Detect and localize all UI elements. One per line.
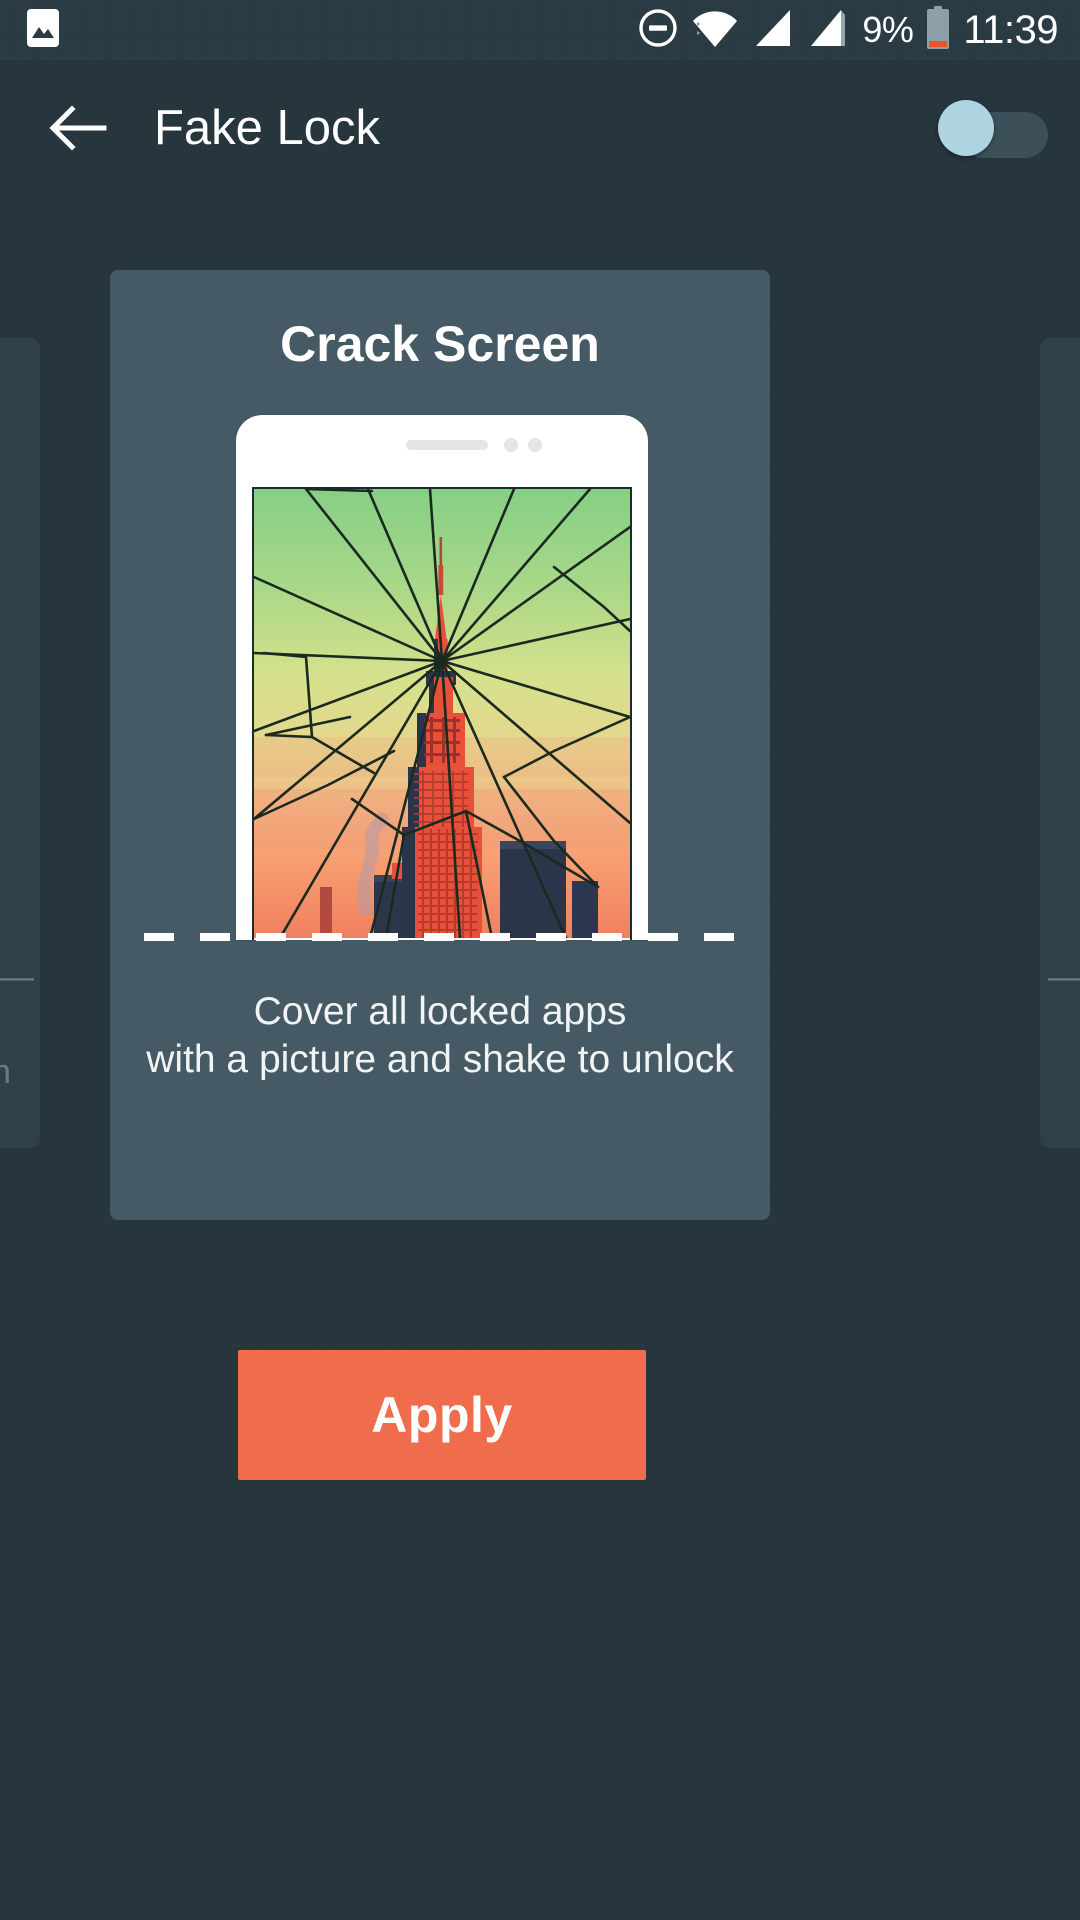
- app-bar: Fake Lock: [0, 60, 1080, 195]
- phone-screen-wallpaper: [252, 487, 632, 940]
- phone-body: [236, 415, 648, 940]
- peek-card-left-partial-text: n: [0, 1053, 11, 1091]
- status-bar: 9% 11:39: [0, 0, 1080, 60]
- carousel-peek-card-left[interactable]: — n: [0, 338, 40, 1148]
- card-description: Cover all locked apps with a picture and…: [146, 990, 734, 1081]
- status-bar-right-icons: 9% 11:39: [638, 5, 1058, 55]
- signal-sim2-icon: [807, 7, 849, 54]
- wifi-icon: [691, 7, 739, 54]
- peek-card-right-dash: —: [1048, 958, 1080, 996]
- battery-icon: [926, 5, 950, 55]
- signal-sim1-icon: [752, 7, 794, 54]
- phone-speaker-icon: [406, 440, 488, 450]
- carousel-peek-card-right[interactable]: —: [1040, 338, 1080, 1148]
- status-bar-left-icons: [26, 8, 60, 53]
- fake-lock-master-toggle[interactable]: [938, 99, 1048, 158]
- do-not-disturb-icon: [638, 8, 678, 53]
- card-title: Crack Screen: [280, 316, 600, 372]
- dashed-divider: [144, 933, 736, 941]
- status-bar-clock: 11:39: [963, 8, 1058, 52]
- battery-percent-label: 9%: [862, 9, 914, 50]
- image-icon: [26, 8, 60, 53]
- peek-card-left-dash: —: [0, 958, 34, 996]
- cracked-screen-phone-preview: [236, 415, 648, 940]
- toggle-thumb: [938, 99, 994, 156]
- back-arrow-icon[interactable]: [46, 97, 108, 159]
- apply-button[interactable]: Apply: [238, 1350, 646, 1480]
- lock-style-card-crack-screen[interactable]: Crack Screen Cover all locked apps with …: [110, 270, 770, 1220]
- phone-camera-icon: [528, 438, 542, 452]
- app-screen: 9% 11:39 Fake Lock — n — Crack Screen Co…: [0, 0, 1080, 1920]
- phone-sensor-icon: [504, 438, 518, 452]
- page-title: Fake Lock: [154, 100, 381, 155]
- lock-style-carousel[interactable]: — n — Crack Screen Cover all locked apps…: [0, 270, 1080, 1230]
